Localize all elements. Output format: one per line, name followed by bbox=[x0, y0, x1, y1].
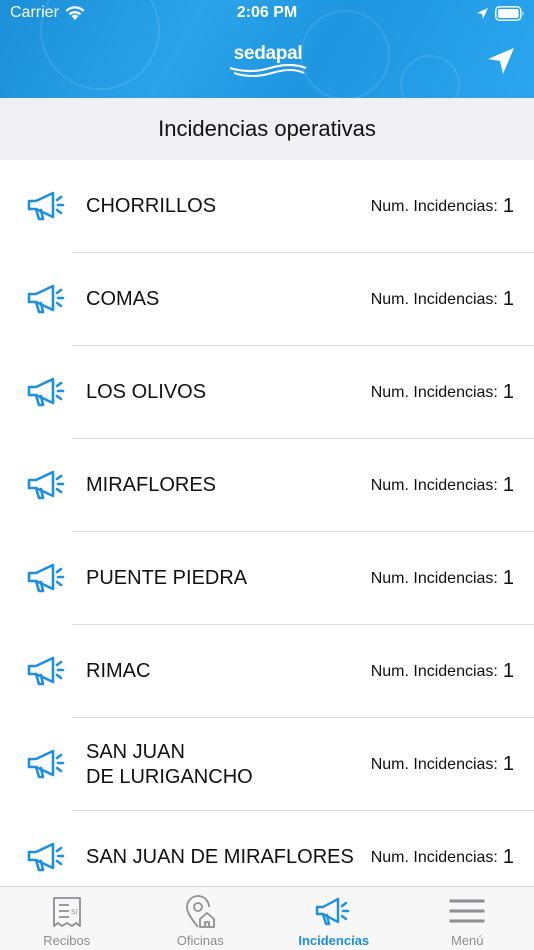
incident-count-value: 1 bbox=[502, 567, 514, 589]
title-bar: Incidencias operativas bbox=[0, 98, 534, 160]
incident-count-label: Num. Incidencias: bbox=[370, 848, 498, 866]
incident-count-value: 1 bbox=[502, 753, 514, 775]
location-services-icon bbox=[477, 8, 488, 19]
tab-label: Oficinas bbox=[176, 933, 224, 948]
app-header: Carrier 2:06 PM sedapal bbox=[0, 0, 534, 98]
incident-count-label: Num. Incidencias: bbox=[370, 476, 498, 494]
logo-waves-icon bbox=[229, 64, 307, 77]
incident-count: Num. Incidencias: 1 bbox=[371, 160, 514, 253]
megaphone-icon bbox=[27, 377, 65, 407]
district-name: SAN JUAN DE MIRAFLORES bbox=[86, 846, 354, 868]
incident-count: Num. Incidencias: 1 bbox=[371, 811, 514, 886]
receipt-icon: S/ bbox=[52, 897, 81, 927]
office-location-icon bbox=[186, 895, 216, 928]
list-item[interactable]: PUENTE PIEDRA Num. Incidencias: 1 bbox=[0, 532, 534, 625]
district-name: LOS OLIVOS bbox=[86, 381, 207, 403]
incident-count-label: Num. Incidencias: bbox=[370, 569, 498, 587]
location-arrow-icon[interactable] bbox=[486, 46, 516, 76]
megaphone-icon bbox=[27, 284, 65, 314]
incident-count-value: 1 bbox=[502, 288, 514, 310]
incident-count-value: 1 bbox=[502, 846, 514, 868]
incident-count-label: Num. Incidencias: bbox=[370, 383, 498, 401]
sedapal-logo: sedapal bbox=[222, 44, 314, 82]
tab-menu[interactable]: Menú bbox=[401, 887, 534, 950]
incident-count-label: Num. Incidencias: bbox=[370, 755, 498, 773]
incident-count: Num. Incidencias: 1 bbox=[371, 718, 514, 811]
incident-count: Num. Incidencias: 1 bbox=[371, 439, 514, 532]
incident-count-label: Num. Incidencias: bbox=[370, 290, 498, 308]
incident-count-label: Num. Incidencias: bbox=[370, 197, 498, 215]
megaphone-icon bbox=[27, 191, 65, 221]
status-bar: Carrier 2:06 PM bbox=[0, 0, 534, 28]
incident-count: Num. Incidencias: 1 bbox=[371, 625, 514, 718]
tab-recibos[interactable]: S/ Recibos bbox=[0, 887, 134, 950]
incident-count-value: 1 bbox=[502, 660, 514, 682]
tab-bar: S/ Recibos Oficinas Incidencias Menú bbox=[0, 886, 534, 950]
incident-count: Num. Incidencias: 1 bbox=[371, 253, 514, 346]
list-item[interactable]: COMAS Num. Incidencias: 1 bbox=[0, 253, 534, 346]
tab-oficinas[interactable]: Oficinas bbox=[134, 887, 268, 950]
header-decoration bbox=[400, 55, 460, 98]
list-item[interactable]: RIMAC Num. Incidencias: 1 bbox=[0, 625, 534, 718]
incident-count-value: 1 bbox=[502, 381, 514, 403]
list-item[interactable]: MIRAFLORES Num. Incidencias: 1 bbox=[0, 439, 534, 532]
battery-icon bbox=[495, 6, 524, 21]
svg-text:S/: S/ bbox=[71, 908, 78, 916]
megaphone-icon bbox=[27, 563, 65, 593]
tab-label: Recibos bbox=[43, 933, 91, 948]
list-item[interactable]: SAN JUAN DE LURIGANCHO Num. Incidencias:… bbox=[0, 718, 534, 811]
incident-count: Num. Incidencias: 1 bbox=[371, 532, 514, 625]
hamburger-menu-icon bbox=[449, 899, 485, 923]
incident-count: Num. Incidencias: 1 bbox=[371, 346, 514, 439]
megaphone-icon bbox=[315, 897, 349, 926]
district-name: RIMAC bbox=[86, 660, 151, 682]
district-name: CHORRILLOS bbox=[86, 195, 217, 217]
incidents-list[interactable]: CHORRILLOS Num. Incidencias: 1 COMAS Num.… bbox=[0, 160, 534, 886]
megaphone-icon bbox=[27, 749, 65, 779]
status-time: 2:06 PM bbox=[236, 4, 298, 21]
incident-count-value: 1 bbox=[502, 195, 514, 217]
incident-count-value: 1 bbox=[502, 474, 514, 496]
megaphone-icon bbox=[27, 842, 65, 872]
tab-incidencias[interactable]: Incidencias bbox=[267, 887, 401, 950]
tab-label: Menú bbox=[450, 933, 484, 948]
megaphone-icon bbox=[27, 470, 65, 500]
list-item[interactable]: SAN JUAN DE MIRAFLORES Num. Incidencias:… bbox=[0, 811, 534, 886]
district-name: PUENTE PIEDRA bbox=[86, 567, 248, 589]
district-name: MIRAFLORES bbox=[86, 474, 217, 496]
page-title: Incidencias operativas bbox=[158, 116, 376, 141]
district-name: SAN JUAN DE LURIGANCHO bbox=[86, 740, 253, 788]
district-name: COMAS bbox=[86, 288, 160, 310]
list-item[interactable]: LOS OLIVOS Num. Incidencias: 1 bbox=[0, 346, 534, 439]
list-item[interactable]: CHORRILLOS Num. Incidencias: 1 bbox=[0, 160, 534, 253]
tab-label: Incidencias bbox=[298, 933, 370, 948]
incident-count-label: Num. Incidencias: bbox=[370, 662, 498, 680]
logo-text: sedapal bbox=[233, 43, 303, 64]
megaphone-icon bbox=[27, 656, 65, 686]
